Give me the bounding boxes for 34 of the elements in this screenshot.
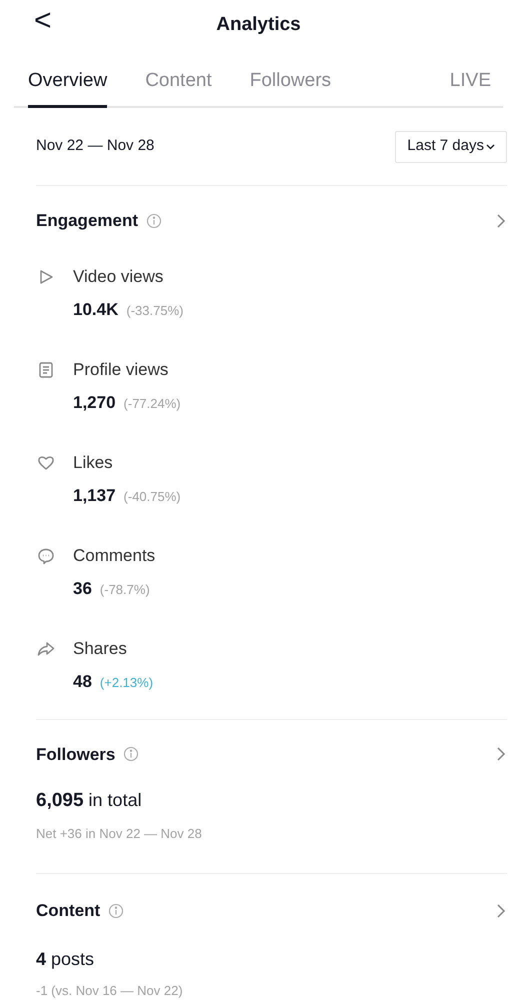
metric-change: (-40.75%) (124, 488, 181, 506)
metric-value: 36 (73, 578, 92, 600)
followers-total: 6,095 in total (36, 789, 143, 813)
period-dropdown[interactable]: Last 7 days (395, 130, 507, 162)
metric-value: 1,270 (73, 392, 116, 414)
metric-label: Likes (73, 452, 114, 474)
metric-value: 10.4K (73, 299, 118, 321)
metric-change: (+2.13%) (100, 674, 154, 692)
section-title: Followers (36, 744, 116, 766)
chevron-right-icon[interactable] (495, 902, 507, 920)
metric-value: 48 (73, 671, 92, 693)
metric-value: 1,137 (73, 485, 116, 507)
section-title: Engagement (36, 210, 138, 232)
date-range: Nov 22 — Nov 28 (36, 136, 154, 156)
metric-change: (-77.24%) (124, 395, 181, 413)
info-icon[interactable] (108, 902, 124, 919)
page-title: Analytics (216, 12, 301, 37)
caret-icon (486, 144, 495, 150)
section-title: Content (36, 900, 100, 922)
info-icon[interactable] (146, 212, 162, 229)
chevron-right-icon[interactable] (495, 212, 507, 230)
tab[interactable]: Overview (28, 66, 108, 108)
info-icon[interactable] (123, 746, 140, 762)
chevron-right-icon[interactable] (495, 745, 507, 764)
posts-total: 4 posts (36, 948, 96, 971)
posts-compare: -1 (vs. Nov 16 — Nov 22) (36, 982, 184, 1000)
metric-label: Shares (73, 638, 128, 660)
metric-change: (-78.7%) (100, 581, 150, 599)
metric-label: Profile views (73, 358, 170, 380)
metric-label: Comments (73, 544, 156, 566)
back-button[interactable]: < (34, 6, 52, 36)
metric-label: Video views (73, 266, 164, 288)
followers-net: Net +36 in Nov 22 — Nov 28 (36, 824, 203, 842)
metric-change: (-33.75%) (126, 302, 184, 320)
